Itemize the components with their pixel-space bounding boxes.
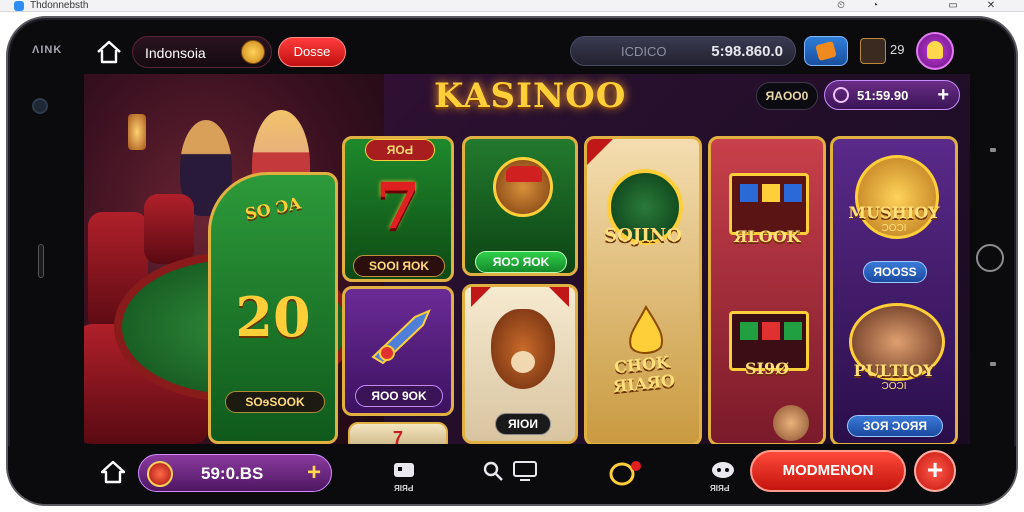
volume-indicator-icon: [990, 148, 996, 152]
balance-pill[interactable]: 51:59.90 +: [824, 80, 960, 110]
chair: [144, 194, 194, 264]
home-button[interactable]: [976, 244, 1004, 272]
search-placeholder: ICDICO: [621, 44, 667, 59]
card-subtitle: ƆOƆI: [881, 223, 907, 234]
window-title: Thdonnebsth: [30, 0, 89, 11]
app-icon: [14, 1, 24, 11]
region-selector[interactable]: Indonsoia: [132, 36, 272, 68]
camera-icon: [32, 98, 48, 114]
fox-icon: [491, 309, 555, 389]
coin-balance-value: 59:0.BS: [201, 464, 264, 483]
phone-frame: ΛΙΝΚ Indonsoia Dosse ICDICO 5:98.860.0 2…: [6, 16, 1018, 506]
shield-icon[interactable]: ◔: [868, 0, 882, 11]
bear-icon: [493, 157, 553, 217]
home-icon[interactable]: [96, 40, 122, 64]
gift-icon: [815, 40, 837, 62]
top-left-label: ΛΙΝΚ: [32, 44, 63, 56]
game-card-peek[interactable]: 7: [348, 422, 448, 444]
chat-icon[interactable]: [392, 460, 416, 482]
game-card-block[interactable]: ЯLOOK ЅI9Ø: [708, 136, 826, 444]
game-card-table[interactable]: SO ƆA 20 SOɘSOOK: [208, 172, 338, 444]
page-title: KASINOO: [434, 76, 627, 116]
card-badge: ЯOƆ ЯOK: [475, 251, 567, 273]
nav-label: ЯIЯԀ: [394, 484, 414, 493]
plus-icon[interactable]: +: [937, 84, 949, 107]
card-number: 20: [235, 285, 311, 349]
top-bar: ΛΙΝΚ Indonsoia Dosse ICDICO 5:98.860.0 2…: [8, 32, 1016, 72]
profile-button[interactable]: [916, 32, 954, 70]
card-title: SOJINO: [604, 225, 682, 246]
side-slot: [38, 244, 44, 278]
card-badge: ЗOЯ ƆOЯЯ: [847, 415, 943, 437]
search-input[interactable]: ICDICO 5:98.860.0: [570, 36, 796, 66]
notification-icon[interactable]: [608, 460, 642, 486]
card-badge: ЯOOЅS: [863, 261, 927, 283]
game-card-fox[interactable]: ЯIOИ: [462, 284, 578, 444]
plus-icon[interactable]: +: [307, 459, 321, 487]
profile-icon: [927, 41, 943, 59]
coin-balance[interactable]: 59:0.BS +: [138, 454, 332, 492]
coin-icon: [147, 461, 173, 487]
search-value: 5:98.860.0: [711, 43, 783, 60]
flame-icon: [629, 305, 663, 354]
coin-icon: [241, 40, 265, 64]
mini-pill[interactable]: ЯAOO0: [756, 82, 818, 110]
bottom-bar: 59:0.BS + ЯIЯԀ ЯIЯԀ MODMENON +: [8, 446, 1016, 504]
region-label: Indonsoia: [145, 45, 206, 61]
rocket-icon: [371, 309, 431, 365]
card-ribbon: ЯOԀ: [365, 139, 435, 161]
card-badge: ЯOO 9OK: [355, 385, 443, 407]
monitor-icon[interactable]: [512, 460, 538, 482]
game-card-lucky7[interactable]: ЯOԀ 7 SOOI ЯOK: [342, 136, 454, 282]
nav-label: ЯIЯԀ: [710, 484, 730, 493]
volume-indicator-icon: [990, 362, 996, 366]
notification-count: 29: [890, 42, 905, 57]
card-title: ЯLOOK: [733, 227, 801, 246]
window-titlebar: Thdonnebsth ⏲ ◔ ▭ ✕: [0, 0, 1024, 12]
player-avatar: [773, 405, 809, 441]
lucky-seven: 7: [375, 169, 421, 244]
game-card-sojino[interactable]: SOJINO CHOK ЯIAЯO: [584, 136, 702, 444]
card-felt-label: SO ƆA: [243, 193, 303, 224]
home-icon[interactable]: [100, 460, 126, 484]
slot-machine-icon: [729, 173, 809, 235]
avatar[interactable]: [860, 38, 886, 64]
maximize-button[interactable]: ▭: [946, 0, 960, 11]
main-action-button[interactable]: MODMENON: [750, 450, 906, 492]
card-badge: SOɘSOOK: [225, 391, 325, 413]
close-button[interactable]: ✕: [984, 0, 998, 11]
card-title: ЅI9Ø: [744, 359, 790, 378]
deposit-button[interactable]: Dosse: [278, 37, 346, 67]
gift-button[interactable]: [804, 36, 848, 66]
add-button[interactable]: +: [914, 450, 956, 492]
wallet-icon: [833, 87, 849, 103]
search-icon[interactable]: [482, 460, 504, 482]
card-badge: ЯIOИ: [495, 413, 551, 435]
lamp-decoration: [128, 114, 146, 150]
game-lobby: KASINOO ЯAOO0 51:59.90 + SO ƆA 20 SOɘSOO…: [84, 74, 970, 444]
chat-icon[interactable]: [710, 460, 736, 482]
card-subtitle: ƆOƆI: [881, 381, 907, 392]
game-card-rocket[interactable]: ЯOO 9OK: [342, 286, 454, 416]
game-card-mushioy[interactable]: MUSHIOY ƆOƆI ЯOOЅS PULTIOY ƆOƆI ЗOЯ ƆOЯЯ: [830, 136, 958, 444]
balance-value: 51:59.90: [857, 88, 909, 103]
timer-icon[interactable]: ⏲: [834, 0, 848, 11]
card-badge: SOOI ЯOK: [353, 255, 445, 277]
card-title: MUSHIOY: [848, 203, 940, 222]
card-title: PULTIOY: [853, 361, 935, 380]
card-title: CHOK ЯIAЯO: [612, 352, 676, 397]
lucky-seven: 7: [392, 428, 403, 444]
game-card-bear[interactable]: ЯOƆ ЯOK: [462, 136, 578, 276]
